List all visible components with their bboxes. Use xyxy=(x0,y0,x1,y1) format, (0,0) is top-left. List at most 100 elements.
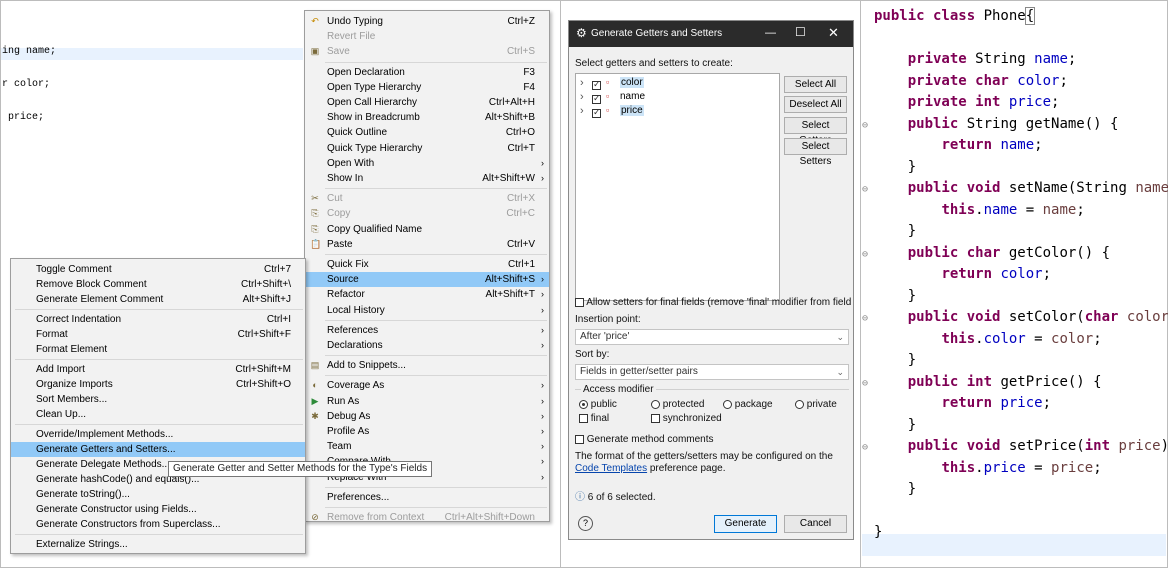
context-menu-item-quick-fix[interactable]: Quick Fix Ctrl+1 xyxy=(305,257,549,272)
expand-icon[interactable]: › xyxy=(580,105,584,117)
tree-item-price[interactable]: › ▫ price xyxy=(580,105,650,118)
context-menu-item-open-call-hierarchy[interactable]: Open Call Hierarchy Ctrl+Alt+H xyxy=(305,95,549,110)
tree-item-name[interactable]: › ▫ name xyxy=(580,91,650,104)
source-menu-item-remove-block-comment[interactable]: Remove Block Comment Ctrl+Shift+\ xyxy=(11,277,305,292)
context-menu-item-team[interactable]: Team › xyxy=(305,439,549,454)
maximize-icon[interactable]: ☐ xyxy=(795,25,806,39)
source-menu-item-override-implement-methods[interactable]: Override/Implement Methods... xyxy=(11,427,305,442)
context-menu-item-paste[interactable]: 📋 Paste Ctrl+V xyxy=(305,237,549,252)
context-menu-item-remove-from-context[interactable]: ⊘ Remove from Context Ctrl+Alt+Shift+Down xyxy=(305,510,549,525)
radio-protected[interactable]: protected xyxy=(651,399,704,410)
context-menu-item-copy-qualified-name[interactable]: ⎘ Copy Qualified Name xyxy=(305,222,549,237)
select-setters-button[interactable]: Select Setters xyxy=(784,138,847,167)
context-menu-item-revert-file[interactable]: Revert File xyxy=(305,29,549,44)
fold-marker-icon[interactable]: ⊖ xyxy=(862,442,876,453)
code-token: public class xyxy=(874,8,984,24)
code-token: return xyxy=(941,266,1001,282)
context-menu-item-add-to-snippets[interactable]: ▤ Add to Snippets... xyxy=(305,358,549,373)
code-token: public xyxy=(907,115,967,132)
context-menu-item-references[interactable]: References › xyxy=(305,323,549,338)
source-menu-item-generate-constructors-from-superclass[interactable]: Generate Constructors from Superclass... xyxy=(11,517,305,532)
context-menu-item-open-with[interactable]: Open With › xyxy=(305,156,549,171)
source-menu-item-generate-constructor-using-fields[interactable]: Generate Constructor using Fields... xyxy=(11,502,305,517)
help-icon[interactable]: ? xyxy=(578,516,593,531)
fold-marker-icon[interactable]: ⊖ xyxy=(862,120,876,131)
deselect-all-button[interactable]: Deselect All xyxy=(784,96,847,113)
final-option[interactable]: final xyxy=(579,413,609,424)
left-editor-code[interactable]: ing name; r color; price; xyxy=(2,24,56,134)
source-menu-item-format-element[interactable]: Format Element xyxy=(11,342,305,357)
insertion-point-select[interactable]: After 'price' ⌄ xyxy=(575,329,849,345)
source-menu-item-format[interactable]: Format Ctrl+Shift+F xyxy=(11,327,305,342)
allow-setters-checkbox[interactable] xyxy=(575,297,584,307)
dialog-titlebar[interactable]: ⚙ Generate Getters and Setters — ☐ ✕ xyxy=(569,21,853,47)
context-menu-item-coverage-as[interactable]: ◐ Coverage As › xyxy=(305,378,549,393)
tree-item-color[interactable]: › ▫ color xyxy=(580,77,650,90)
generate-comments-option[interactable]: Generate method comments xyxy=(575,434,714,445)
fold-marker-icon[interactable]: ⊖ xyxy=(862,249,876,260)
context-menu-item-local-history[interactable]: Local History › xyxy=(305,303,549,318)
context-menu-item-show-in[interactable]: Show In Alt+Shift+W › xyxy=(305,171,549,186)
radio-private[interactable]: private xyxy=(795,399,837,410)
access-modifier-group: Access modifier public protected package… xyxy=(575,384,849,428)
comments-checkbox[interactable] xyxy=(575,434,584,444)
source-menu-item-clean-up[interactable]: Clean Up... xyxy=(11,407,305,422)
minimize-icon[interactable]: — xyxy=(765,27,776,39)
expand-icon[interactable]: › xyxy=(580,91,584,103)
source-menu-item-toggle-comment[interactable]: Toggle Comment Ctrl+7 xyxy=(11,262,305,277)
code-token: public char xyxy=(907,244,1009,261)
context-menu-item-save[interactable]: ▣ Save Ctrl+S xyxy=(305,44,549,59)
context-menu-item-preferences[interactable]: Preferences... xyxy=(305,490,549,505)
chevron-right-icon: › xyxy=(541,456,544,467)
checkbox-name[interactable] xyxy=(592,93,601,104)
context-menu-item-declarations[interactable]: Declarations › xyxy=(305,338,549,353)
context-menu-item-undo-typing[interactable]: ↶ Undo Typing Ctrl+Z xyxy=(305,14,549,29)
context-menu-item-copy[interactable]: ⎘ Copy Ctrl+C xyxy=(305,206,549,221)
source-menu-item-generate-tostring[interactable]: Generate toString()... xyxy=(11,487,305,502)
menu-item-label: Generate toString()... xyxy=(36,489,130,500)
context-menu-item-profile-as[interactable]: Profile As › xyxy=(305,424,549,439)
menu-separator xyxy=(15,424,303,425)
select-getters-button[interactable]: Select Getters xyxy=(784,117,847,146)
source-menu-item-generate-getters-and-setters[interactable]: Generate Getters and Setters... xyxy=(11,442,305,457)
context-menu-item-open-type-hierarchy[interactable]: Open Type Hierarchy F4 xyxy=(305,80,549,95)
context-menu-item-open-declaration[interactable]: Open Declaration F3 xyxy=(305,65,549,80)
source-menu-item-correct-indentation[interactable]: Correct Indentation Ctrl+I xyxy=(11,312,305,327)
expand-icon[interactable]: › xyxy=(580,77,584,89)
context-menu-item-show-in-breadcrumb[interactable]: Show in Breadcrumb Alt+Shift+B xyxy=(305,110,549,125)
radio-package[interactable]: package xyxy=(723,399,773,410)
fold-marker-icon[interactable]: ⊖ xyxy=(862,184,876,195)
java-code-editor[interactable]: public class Phone{ private String name;… xyxy=(862,7,1168,564)
context-menu-item-debug-as[interactable]: ✱ Debug As › xyxy=(305,409,549,424)
allow-setters-option[interactable]: Allow setters for final fields (remove '… xyxy=(575,297,851,308)
context-menu-item-refactor[interactable]: Refactor Alt+Shift+T › xyxy=(305,287,549,302)
sort-by-select[interactable]: Fields in getter/setter pairs ⌄ xyxy=(575,364,849,380)
source-menu-item-externalize-strings[interactable]: Externalize Strings... xyxy=(11,537,305,552)
source-menu-item-organize-imports[interactable]: Organize Imports Ctrl+Shift+O xyxy=(11,377,305,392)
checkbox-price[interactable] xyxy=(592,107,601,118)
synchronized-option[interactable]: synchronized xyxy=(651,413,722,424)
fold-marker-icon[interactable]: ⊖ xyxy=(862,313,876,324)
source-menu-item-generate-element-comment[interactable]: Generate Element Comment Alt+Shift+J xyxy=(11,292,305,307)
comments-label: Generate method comments xyxy=(586,434,714,445)
generate-button[interactable]: Generate xyxy=(714,515,777,533)
select-all-button[interactable]: Select All xyxy=(784,76,847,93)
context-menu-item-run-as[interactable]: ▶ Run As › xyxy=(305,394,549,409)
context-menu-item-quick-outline[interactable]: Quick Outline Ctrl+O xyxy=(305,125,549,140)
source-menu-item-sort-members[interactable]: Sort Members... xyxy=(11,392,305,407)
context-menu-item-quick-type-hierarchy[interactable]: Quick Type Hierarchy Ctrl+T xyxy=(305,141,549,156)
fold-marker-icon[interactable]: ⊖ xyxy=(862,378,876,389)
code-templates-link[interactable]: Code Templates xyxy=(575,463,647,474)
source-menu-item-add-import[interactable]: Add Import Ctrl+Shift+M xyxy=(11,362,305,377)
code-token: price xyxy=(983,459,1026,476)
context-menu-item-source[interactable]: Source Alt+Shift+S › xyxy=(305,272,549,288)
fields-tree[interactable]: › ▫ color › ▫ name › ▫ price xyxy=(575,73,780,301)
close-icon[interactable]: ✕ xyxy=(828,25,839,41)
code-token: ; xyxy=(1034,137,1043,153)
cancel-button[interactable]: Cancel xyxy=(784,515,847,533)
context-menu-item-cut[interactable]: ✂ Cut Ctrl+X xyxy=(305,191,549,206)
radio-public[interactable]: public xyxy=(579,399,617,410)
checkbox-color[interactable] xyxy=(592,79,601,90)
